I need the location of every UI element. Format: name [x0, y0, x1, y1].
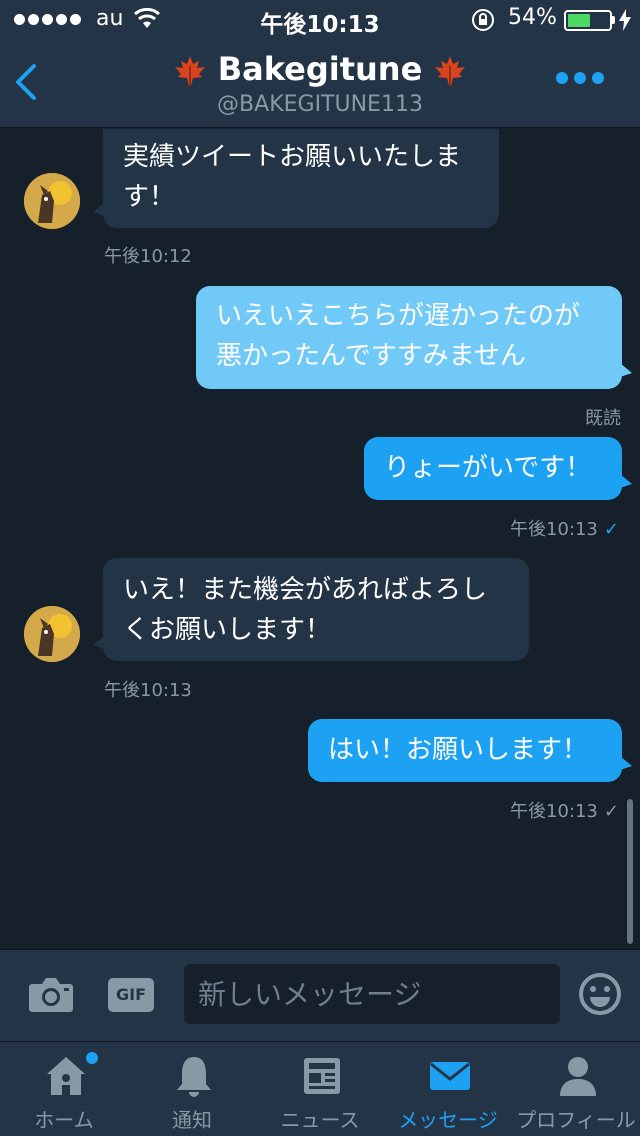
conversation-title: Bakegitune [0, 50, 640, 88]
message-text-line: 実績ツイートお願いいたしま [123, 142, 462, 172]
person-icon [560, 1057, 596, 1096]
message-text-line: いえいえこちらが遅かったのが [216, 301, 581, 331]
message-text-line: す！ [123, 182, 176, 212]
message-thread[interactable]: 実績ツイートお願いいたしま す！ 午後10:12 いえいえこちらが遅かったのが … [0, 129, 640, 949]
message-text-line: はい！お願いします！ [328, 735, 589, 765]
fox-avatar-icon [24, 173, 80, 229]
tab-profile[interactable]: プロフィール [512, 1042, 640, 1136]
message-bubble-outgoing[interactable]: りょーがいです！ [364, 437, 632, 500]
notification-badge [86, 1052, 98, 1064]
tab-news[interactable]: ニュース [256, 1042, 384, 1136]
message-timestamp: 午後10:13 [510, 801, 598, 822]
fox-avatar-icon [24, 606, 80, 662]
tab-bar: ホーム 通知 ニュース メッセージ プロフィール [0, 1041, 640, 1136]
compose-bar: GIF [0, 949, 640, 1041]
status-bar: au 午後10:13 54% [0, 0, 640, 40]
message-input[interactable] [184, 964, 560, 1024]
scrollbar[interactable] [627, 799, 633, 944]
tab-messages[interactable]: メッセージ [384, 1042, 512, 1136]
bell-icon [177, 1057, 211, 1097]
message-timestamp: 午後10:13 [510, 519, 598, 540]
message-bubble-incoming[interactable]: いえ！また機会があればよろし くお願いします！ [93, 558, 529, 661]
tab-notifications[interactable]: 通知 [128, 1042, 256, 1136]
camera-icon [29, 978, 73, 1012]
smiley-icon [579, 973, 621, 1015]
tab-home[interactable]: ホーム [0, 1042, 128, 1136]
tab-label: 通知 [172, 1108, 212, 1132]
message-bubble-outgoing[interactable]: はい！お願いします！ [308, 719, 632, 782]
emoji-button[interactable] [578, 972, 622, 1020]
battery-icon [564, 10, 612, 31]
message-meta: 午後10:13 ✓ [510, 515, 619, 541]
message-text-line: いえ！また機会があればよろし [123, 575, 488, 605]
gif-button[interactable]: GIF [108, 978, 154, 1012]
message-timestamp: 午後10:13 [104, 680, 192, 701]
maple-leaf-icon [435, 56, 466, 86]
read-receipt: 既読 [585, 408, 621, 429]
tab-label: ホーム [34, 1108, 94, 1132]
maple-leaf-icon [174, 56, 205, 86]
sent-check-icon: ✓ [603, 801, 619, 822]
tab-label: プロフィール [516, 1108, 636, 1132]
message-bubble-outgoing[interactable]: いえいえこちらが遅かったのが 悪かったんですすみません [196, 286, 632, 389]
camera-button[interactable] [28, 974, 74, 1018]
message-meta: 午後10:13 ✓ [510, 797, 619, 823]
conversation-handle: @BAKEGITUNE113 [217, 92, 423, 117]
envelope-icon [430, 1062, 470, 1090]
rotation-lock-icon [472, 9, 494, 31]
more-options-button[interactable] [556, 72, 604, 84]
message-text-line: りょーがいです！ [384, 453, 592, 483]
tab-label: メッセージ [398, 1108, 498, 1132]
conversation-header: Bakegitune @BAKEGITUNE113 [0, 40, 640, 128]
battery-percent: 54% [508, 5, 557, 30]
battery-tip [612, 16, 615, 24]
tab-label: ニュース [280, 1108, 360, 1132]
avatar[interactable] [24, 173, 80, 229]
message-timestamp: 午後10:12 [104, 246, 192, 267]
sent-check-icon: ✓ [603, 519, 619, 540]
news-icon [304, 1058, 340, 1094]
message-text-line: 悪かったんですすみません [216, 341, 526, 371]
conversation-name: Bakegitune [217, 50, 423, 88]
avatar[interactable] [24, 606, 80, 662]
home-icon [47, 1057, 85, 1095]
message-text-line: くお願いします！ [123, 615, 332, 645]
message-bubble-incoming[interactable]: 実績ツイートお願いいたしま す！ [93, 129, 499, 228]
charging-bolt-icon [619, 9, 631, 31]
